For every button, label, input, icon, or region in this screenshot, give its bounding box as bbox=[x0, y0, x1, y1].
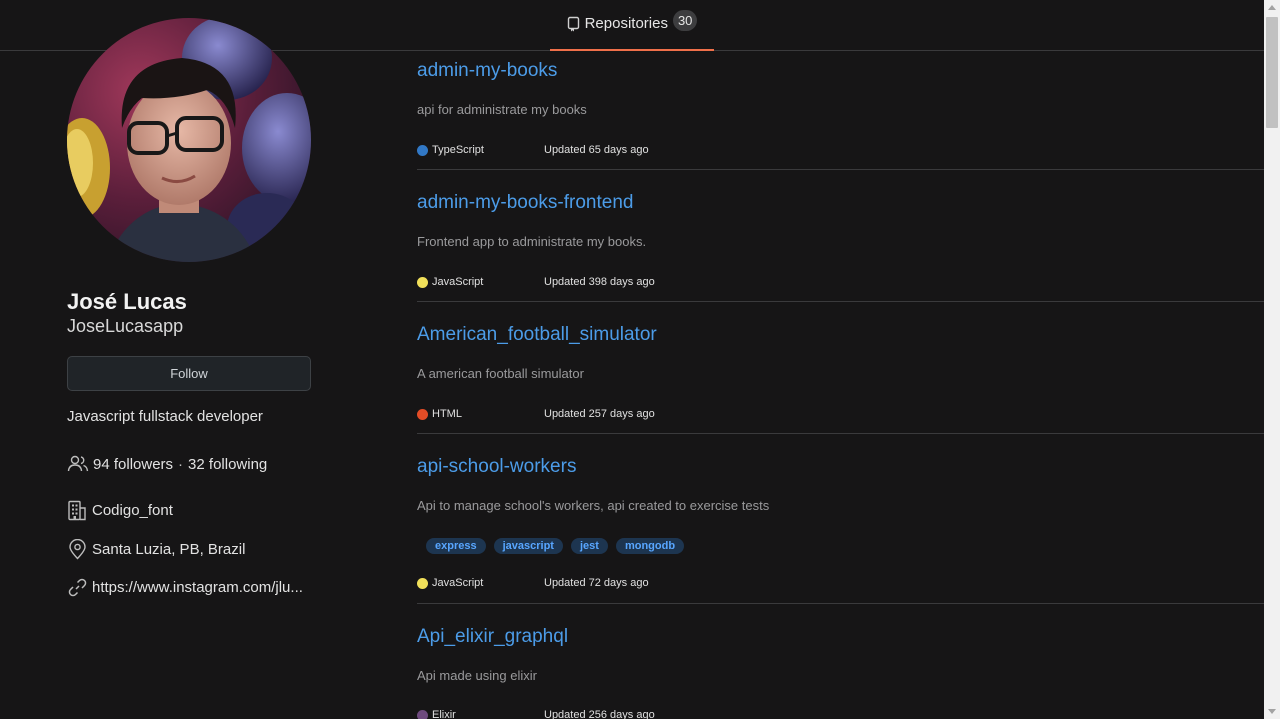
tab-label: Repositories bbox=[584, 15, 668, 32]
people-icon bbox=[67, 455, 89, 472]
website-row: https://www.instagram.com/jlu... bbox=[67, 577, 303, 598]
repo-item: api-school-workers Api to manage school'… bbox=[417, 447, 1264, 604]
topics-list: express javascript jest mongodb bbox=[426, 538, 685, 554]
topic-tag[interactable]: express bbox=[426, 538, 486, 554]
website-link[interactable]: https://www.instagram.com/jlu... bbox=[92, 579, 303, 596]
language-color-dot bbox=[417, 408, 428, 420]
repo-name-link[interactable]: American_football_simulator bbox=[417, 324, 657, 346]
repo-updated: Updated 72 days ago bbox=[544, 577, 649, 589]
avatar-photo bbox=[67, 18, 311, 262]
profile-bio: Javascript fullstack developer bbox=[67, 408, 263, 425]
language-color-dot bbox=[417, 276, 428, 288]
language-name: JavaScript bbox=[432, 276, 484, 288]
language-color-dot bbox=[417, 577, 428, 589]
repo-item: admin-my-books-frontend Frontend app to … bbox=[417, 183, 1264, 302]
profile-fullname: José Lucas bbox=[67, 289, 187, 314]
topic-tag[interactable]: jest bbox=[570, 538, 608, 554]
page-scrollbar[interactable] bbox=[1264, 0, 1280, 719]
repo-description: Api made using elixir bbox=[417, 668, 537, 683]
repo-updated: Updated 65 days ago bbox=[544, 144, 649, 156]
repo-language: HTML bbox=[417, 408, 462, 420]
repo-icon bbox=[567, 16, 579, 31]
repo-description: Api to manage school's workers, api crea… bbox=[417, 498, 770, 513]
repo-name-link[interactable]: admin-my-books-frontend bbox=[417, 192, 633, 214]
language-name: TypeScript bbox=[432, 144, 484, 156]
tab-repositories[interactable]: Repositories 30 bbox=[550, 0, 714, 51]
company-row: Codigo_font bbox=[67, 500, 173, 521]
repo-item: American_football_simulator A american f… bbox=[417, 315, 1264, 434]
organization-icon bbox=[68, 500, 86, 521]
repo-item: Api_elixir_graphql Api made using elixir… bbox=[417, 617, 1264, 719]
link-icon bbox=[68, 578, 87, 597]
repo-language: JavaScript bbox=[417, 276, 483, 288]
repo-description: Frontend app to administrate my books. bbox=[417, 234, 647, 249]
avatar[interactable] bbox=[67, 18, 311, 262]
repo-item: admin-my-books api for administrate my b… bbox=[417, 51, 1264, 170]
topic-tag[interactable]: javascript bbox=[493, 538, 563, 554]
follow-button[interactable]: Follow bbox=[67, 356, 311, 391]
followers-link[interactable]: 94 followers bbox=[93, 456, 173, 473]
location-row: Santa Luzia, PB, Brazil bbox=[67, 539, 245, 560]
repo-language: Elixir bbox=[417, 709, 456, 719]
company-name: Codigo_font bbox=[92, 502, 173, 519]
scroll-up-icon[interactable] bbox=[1268, 5, 1276, 10]
location-pin-icon bbox=[69, 539, 86, 560]
repo-name-link[interactable]: api-school-workers bbox=[417, 456, 576, 478]
scroll-down-icon[interactable] bbox=[1268, 709, 1276, 714]
repo-language: TypeScript bbox=[417, 144, 484, 156]
repo-updated: Updated 256 days ago bbox=[544, 709, 655, 719]
repo-updated: Updated 398 days ago bbox=[544, 276, 655, 288]
topic-tag[interactable]: mongodb bbox=[615, 538, 685, 554]
repo-name-link[interactable]: Api_elixir_graphql bbox=[417, 626, 568, 648]
repo-description: api for administrate my books bbox=[417, 102, 587, 117]
repo-name-link[interactable]: admin-my-books bbox=[417, 60, 557, 82]
tab-count-badge: 30 bbox=[672, 10, 698, 31]
language-name: Elixir bbox=[432, 709, 456, 719]
language-name: HTML bbox=[432, 408, 462, 420]
scroll-thumb[interactable] bbox=[1266, 17, 1278, 128]
language-color-dot bbox=[417, 709, 428, 719]
repo-language: JavaScript bbox=[417, 577, 483, 589]
language-name: JavaScript bbox=[432, 577, 484, 589]
repo-updated: Updated 257 days ago bbox=[544, 408, 655, 420]
location-text: Santa Luzia, PB, Brazil bbox=[92, 541, 246, 558]
followers-row: 94 followers · 32 following bbox=[67, 455, 267, 473]
language-color-dot bbox=[417, 144, 428, 156]
following-link[interactable]: 32 following bbox=[188, 456, 267, 473]
repo-description: A american football simulator bbox=[417, 366, 584, 381]
followers-separator: · bbox=[178, 455, 184, 473]
profile-username: JoseLucasapp bbox=[67, 316, 184, 336]
